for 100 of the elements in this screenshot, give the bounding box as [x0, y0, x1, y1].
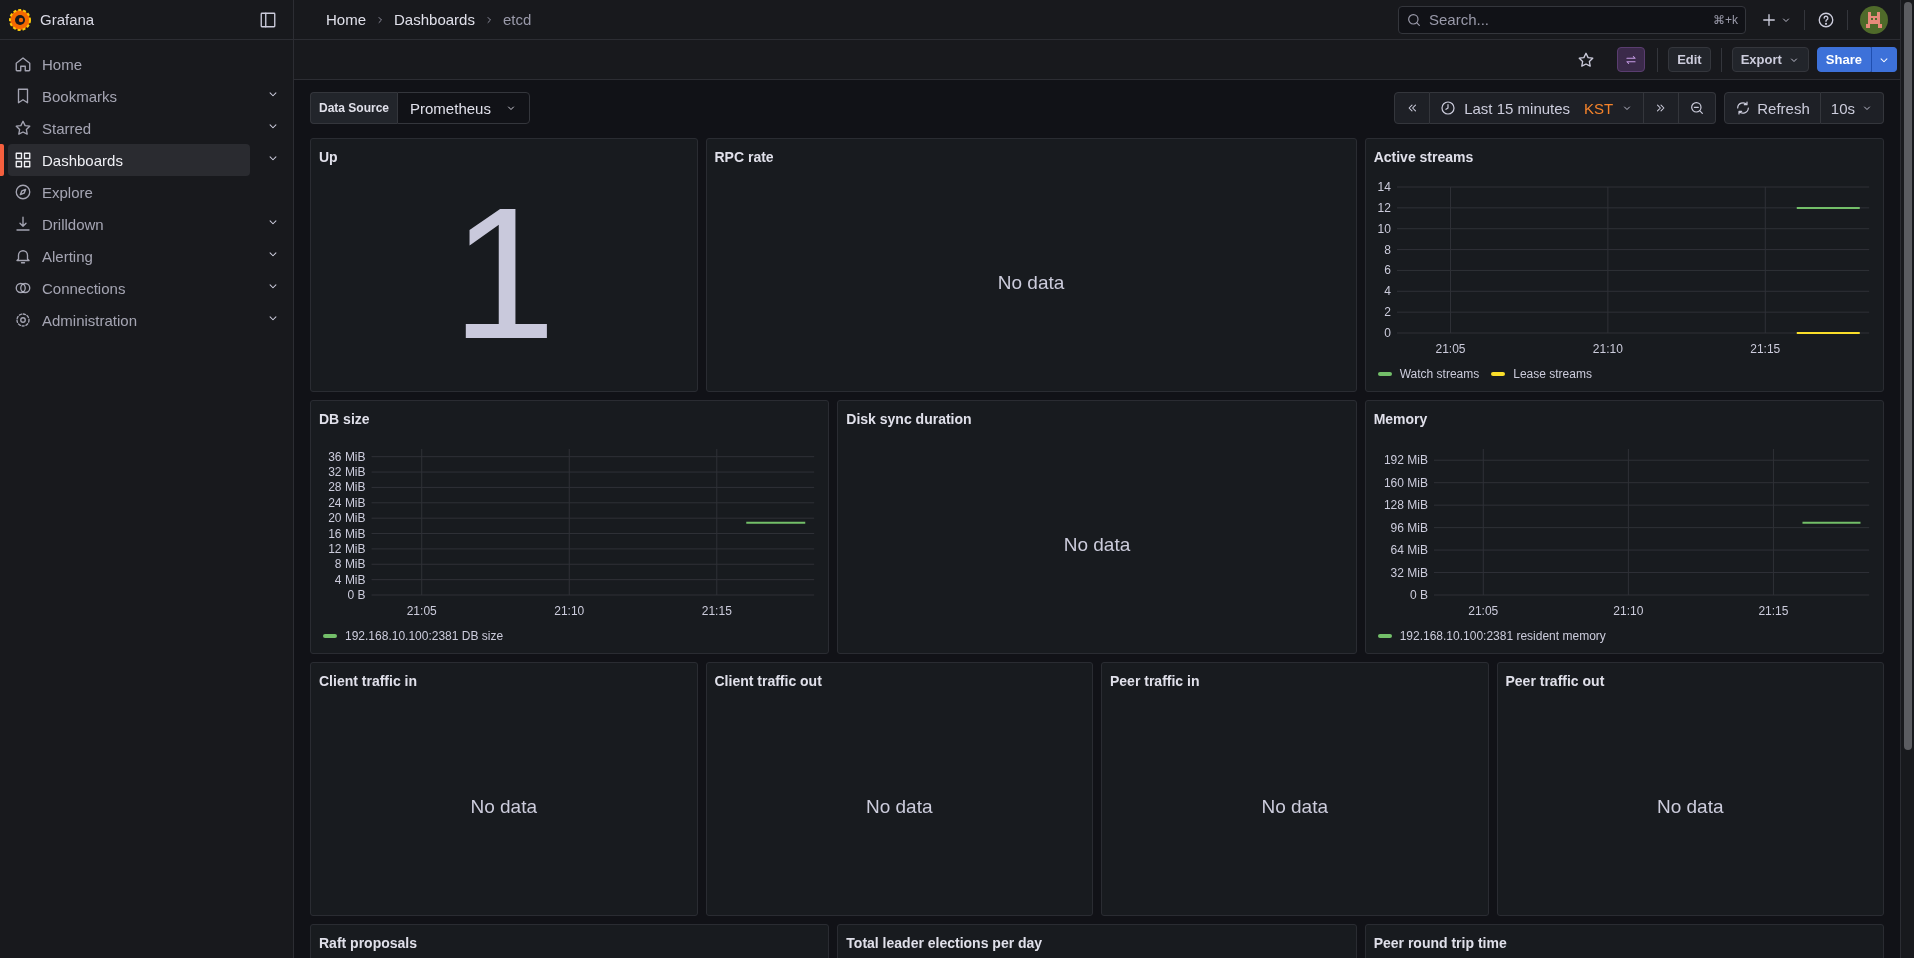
- sidebar-item[interactable]: Dashboards: [8, 144, 250, 176]
- legend-item[interactable]: 192.168.10.100:2381 DB size: [323, 629, 504, 643]
- active-indicator: [0, 144, 4, 176]
- export-button[interactable]: Export: [1731, 47, 1809, 72]
- arrow-down-icon: [14, 215, 32, 233]
- y-axis-label: 12 MiB: [328, 541, 366, 556]
- sidebar-item[interactable]: Bookmarks: [8, 80, 250, 112]
- help-icon: [1817, 10, 1835, 29]
- x-axis-label: 21:10: [1592, 342, 1623, 356]
- no-data-message: No data: [865, 796, 933, 818]
- legend-item[interactable]: Watch streams: [1377, 367, 1480, 381]
- y-axis-label: 36 MiB: [328, 449, 366, 464]
- x-axis-label: 21:15: [701, 604, 732, 618]
- edit-button[interactable]: Edit: [1668, 47, 1711, 72]
- x-axis-label: 21:05: [406, 604, 437, 618]
- no-data-message: No data: [470, 796, 537, 818]
- y-axis-label: 12: [1377, 200, 1391, 215]
- star-icon: [14, 119, 32, 137]
- variable-select[interactable]: Prometheus: [397, 92, 530, 124]
- breadcrumb-link[interactable]: Dashboards: [394, 11, 475, 28]
- legend-item[interactable]: 192.168.10.100:2381 resident memory: [1377, 629, 1606, 643]
- scrollbar-thumb[interactable]: [1903, 2, 1912, 750]
- x-axis-label: 21:15: [1749, 342, 1780, 356]
- share-button[interactable]: Share: [1816, 47, 1871, 72]
- dock-icon: [259, 10, 277, 29]
- panel-title: Client traffic out: [713, 672, 823, 691]
- refresh-button[interactable]: Refresh: [1724, 92, 1821, 124]
- refresh-interval-button[interactable]: 10s: [1820, 92, 1884, 124]
- panel-title: Raft proposals: [318, 934, 418, 953]
- sidebar-item[interactable]: Drilldown: [8, 208, 250, 240]
- star-icon: [1577, 50, 1596, 69]
- zoom-out-button[interactable]: [1679, 92, 1717, 124]
- panel-title: Active streams: [1372, 148, 1475, 167]
- legend-item[interactable]: Lease streams: [1491, 367, 1592, 381]
- panel-title: Disk sync duration: [845, 410, 973, 429]
- y-axis-label: 160 MiB: [1383, 475, 1428, 490]
- y-axis-label: 24 MiB: [328, 495, 366, 510]
- sidebar-item[interactable]: Explore: [8, 176, 250, 208]
- y-axis-label: 8: [1383, 242, 1391, 257]
- settings-icon: [14, 311, 32, 329]
- stat-value: 1: [451, 179, 557, 367]
- panel-title: Peer round trip time: [1372, 934, 1508, 953]
- search-icon: [1406, 11, 1422, 28]
- sidebar-item[interactable]: Starred: [8, 112, 250, 144]
- breadcrumb-link[interactable]: Home: [326, 11, 366, 28]
- panel-title: Up: [318, 148, 339, 167]
- panel-title: RPC rate: [713, 148, 775, 167]
- refresh-icon: [1735, 100, 1752, 116]
- compare-button[interactable]: [1617, 47, 1646, 72]
- panel-title: Peer traffic in: [1109, 672, 1201, 691]
- time-range-button[interactable]: Last 15 minutes KST: [1430, 92, 1645, 124]
- sidebar-item[interactable]: Connections: [8, 272, 250, 304]
- y-axis-label: 0 B: [347, 588, 366, 602]
- y-axis-label: 32 MiB: [1390, 565, 1428, 580]
- x-axis-label: 21:05: [1435, 342, 1466, 356]
- y-axis-label: 4: [1383, 284, 1391, 299]
- y-axis-label: 8 MiB: [334, 557, 366, 572]
- clock-icon: [1440, 100, 1457, 116]
- y-axis-label: 0: [1383, 326, 1391, 340]
- logo-icon[interactable]: [8, 7, 32, 32]
- panel-title: Client traffic in: [318, 672, 418, 691]
- no-data-message: No data: [1261, 796, 1328, 818]
- y-axis-label: 10: [1377, 221, 1391, 236]
- y-axis-label: 14: [1377, 180, 1391, 194]
- y-axis-label: 16 MiB: [328, 526, 366, 541]
- grid-icon: [14, 151, 32, 169]
- y-axis-label: 64 MiB: [1390, 543, 1428, 558]
- no-data-message: No data: [997, 272, 1065, 294]
- y-axis-label: 96 MiB: [1390, 520, 1428, 535]
- zoom-out-icon: [1689, 100, 1706, 116]
- y-axis-label: 28 MiB: [328, 480, 366, 495]
- x-axis-label: 21:05: [1467, 604, 1498, 618]
- shortcut-hint: ⌘+k: [1713, 12, 1738, 27]
- sidebar-item[interactable]: Alerting: [8, 240, 250, 272]
- compass-icon: [14, 183, 32, 201]
- y-axis-label: 4 MiB: [334, 572, 366, 587]
- y-axis-label: 128 MiB: [1383, 498, 1428, 513]
- bell-icon: [14, 247, 32, 265]
- x-axis-label: 21:15: [1758, 604, 1789, 618]
- variable-label: Data Source: [310, 92, 398, 124]
- y-axis-label: 6: [1383, 263, 1391, 278]
- y-axis-label: 20 MiB: [328, 511, 366, 526]
- brand-name: Grafana: [40, 11, 96, 28]
- x-axis-label: 21:10: [1613, 604, 1644, 618]
- x-axis-label: 21:10: [554, 604, 585, 618]
- no-data-message: No data: [1656, 796, 1724, 818]
- sidebar-item[interactable]: Administration: [8, 304, 250, 336]
- breadcrumb-current: etcd: [502, 11, 532, 28]
- panel-title: Memory: [1372, 410, 1429, 429]
- y-axis-label: 192 MiB: [1383, 453, 1428, 468]
- sidebar-item[interactable]: Home: [8, 48, 250, 80]
- no-data-message: No data: [1063, 534, 1131, 556]
- y-axis-label: 0 B: [1409, 588, 1428, 602]
- home-icon: [14, 55, 32, 73]
- y-axis-label: 2: [1383, 305, 1391, 320]
- avatar-icon[interactable]: [1860, 5, 1888, 34]
- panel-title: DB size: [318, 410, 371, 429]
- panel-title: Peer traffic out: [1504, 672, 1606, 691]
- panel-title: Total leader elections per day: [845, 934, 1044, 953]
- y-axis-label: 32 MiB: [328, 465, 366, 480]
